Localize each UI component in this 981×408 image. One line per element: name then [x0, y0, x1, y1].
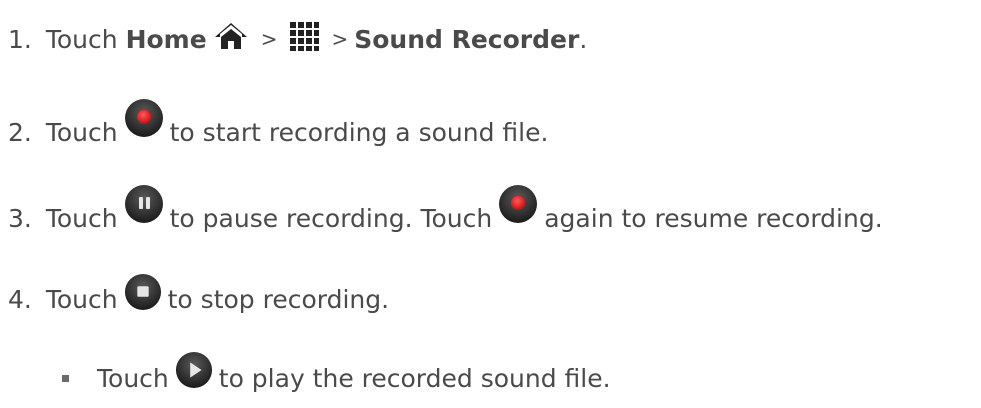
stop-icon	[124, 273, 162, 317]
step-text: Touch	[45, 117, 118, 147]
step-text: to pause recording. Touch	[169, 203, 493, 233]
step-number: 4.	[8, 284, 32, 314]
step-number: 2.	[8, 117, 32, 147]
record-icon	[124, 98, 164, 144]
step-text: to play the recorded sound file.	[218, 363, 611, 393]
app-label: Sound Recorder	[354, 24, 580, 54]
pause-icon	[124, 184, 164, 230]
apps-grid-icon	[289, 21, 320, 57]
step-3: 3. Touch to pause recording. Touch again…	[8, 185, 883, 238]
record-icon	[498, 184, 538, 230]
bullet-item: Touch to play the recorded sound file.	[62, 351, 611, 398]
bullet-marker	[62, 374, 69, 382]
step-number: 1.	[8, 24, 32, 54]
home-icon	[213, 21, 249, 57]
play-icon	[175, 351, 213, 395]
step-text: to stop recording.	[167, 284, 390, 314]
period: .	[579, 24, 588, 54]
step-4: 4. Touch to stop recording.	[8, 273, 390, 319]
separator: >	[260, 27, 278, 51]
step-text: again to resume recording.	[544, 203, 883, 233]
step-text: Touch	[45, 203, 118, 233]
step-number: 3.	[8, 203, 32, 233]
step-text: Touch	[45, 284, 118, 314]
step-text: to start recording a sound file.	[169, 117, 549, 147]
step-2: 2. Touch to start recording a sound file…	[8, 99, 549, 152]
step-text: Touch	[45, 24, 118, 54]
step-text: Touch	[97, 363, 169, 393]
step-1: 1. Touch Home > > Sound Recorder.	[8, 19, 587, 59]
home-label: Home	[125, 24, 207, 54]
separator: >	[331, 27, 349, 51]
